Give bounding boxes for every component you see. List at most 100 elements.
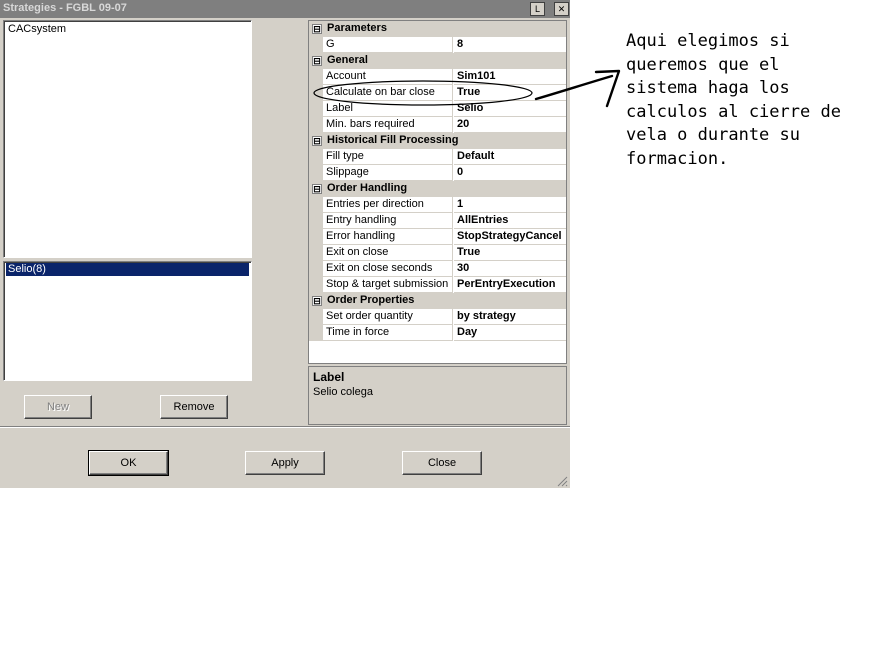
row-margin bbox=[309, 229, 323, 245]
list-item[interactable]: Selio(8) bbox=[6, 263, 249, 276]
property-value[interactable]: 8 bbox=[454, 37, 566, 53]
property-value[interactable]: 20 bbox=[454, 117, 566, 133]
property-value[interactable]: 0 bbox=[454, 165, 566, 181]
property-name[interactable]: Exit on close bbox=[323, 245, 453, 261]
close-icon[interactable]: ✕ bbox=[554, 2, 569, 16]
property-name[interactable]: Label bbox=[323, 101, 453, 117]
property-name[interactable]: G bbox=[323, 37, 453, 53]
annotation-line: Aqui elegimos si bbox=[626, 31, 790, 51]
new-button[interactable]: New bbox=[24, 395, 92, 419]
list-item[interactable]: CACsystem bbox=[6, 23, 68, 36]
annotation-line: sistema haga los bbox=[626, 78, 790, 98]
property-value[interactable]: AllEntries bbox=[454, 213, 566, 229]
property-value[interactable]: PerEntryExecution bbox=[454, 277, 566, 293]
property-value[interactable]: Selio bbox=[454, 101, 566, 117]
window-title: Strategies - FGBL 09-07 bbox=[3, 2, 127, 14]
property-value[interactable]: 30 bbox=[454, 261, 566, 277]
property-name[interactable]: Entries per direction bbox=[323, 197, 453, 213]
collapse-icon[interactable]: ⊟ bbox=[312, 136, 322, 146]
row-margin bbox=[309, 117, 323, 133]
collapse-icon[interactable]: ⊟ bbox=[312, 184, 322, 194]
property-name[interactable]: Slippage bbox=[323, 165, 453, 181]
annotation-line: vela o durante su bbox=[626, 125, 800, 145]
grid-property-row[interactable]: Entries per direction 1 bbox=[309, 197, 566, 213]
collapse-icon[interactable]: ⊟ bbox=[312, 56, 322, 66]
property-value[interactable]: 1 bbox=[454, 197, 566, 213]
grid-property-row[interactable]: Account Sim101 bbox=[309, 69, 566, 85]
grid-property-row[interactable]: Exit on close True bbox=[309, 245, 566, 261]
property-name[interactable]: Exit on close seconds bbox=[323, 261, 453, 277]
grid-property-row[interactable]: Min. bars required 20 bbox=[309, 117, 566, 133]
grid-property-row[interactable]: Exit on close seconds 30 bbox=[309, 261, 566, 277]
row-margin bbox=[309, 37, 323, 53]
grid-category[interactable]: ⊟ Parameters bbox=[309, 21, 566, 37]
property-value[interactable]: True bbox=[454, 245, 566, 261]
row-margin bbox=[309, 149, 323, 165]
apply-button[interactable]: Apply bbox=[245, 451, 325, 475]
grid-category[interactable]: ⊟ Order Properties bbox=[309, 293, 566, 309]
property-value[interactable]: True bbox=[454, 85, 566, 101]
property-name[interactable]: Min. bars required bbox=[323, 117, 453, 133]
grid-property-row[interactable]: Slippage 0 bbox=[309, 165, 566, 181]
property-value[interactable]: Sim101 bbox=[454, 69, 566, 85]
property-name[interactable]: Error handling bbox=[323, 229, 453, 245]
property-name[interactable]: Calculate on bar close bbox=[323, 85, 453, 101]
grid-property-row[interactable]: Entry handling AllEntries bbox=[309, 213, 566, 229]
property-name[interactable]: Fill type bbox=[323, 149, 453, 165]
grid-category[interactable]: ⊟ General bbox=[309, 53, 566, 69]
row-margin bbox=[309, 325, 323, 341]
property-value[interactable]: Default bbox=[454, 149, 566, 165]
title-bar[interactable]: Strategies - FGBL 09-07 L ✕ bbox=[0, 0, 570, 18]
grid-property-row[interactable]: Calculate on bar close True bbox=[309, 85, 566, 101]
annotation-line: queremos que el bbox=[626, 54, 780, 75]
property-name[interactable]: Time in force bbox=[323, 325, 453, 341]
annotation-line: formacion. bbox=[626, 148, 729, 169]
category-label: General bbox=[327, 54, 368, 66]
description-text: Selio colega bbox=[313, 386, 373, 398]
collapse-icon[interactable]: ⊟ bbox=[312, 296, 322, 306]
row-margin bbox=[309, 101, 323, 117]
close-button[interactable]: Close bbox=[402, 451, 482, 475]
property-value[interactable]: by strategy bbox=[454, 309, 566, 325]
category-label: Order Properties bbox=[327, 294, 415, 306]
grid-property-row[interactable]: Set order quantity by strategy bbox=[309, 309, 566, 325]
strategies-dialog: Strategies - FGBL 09-07 L ✕ CACsystem Se… bbox=[0, 0, 570, 488]
property-value[interactable]: StopStrategyCancel bbox=[454, 229, 566, 245]
annotation-note: Aqui elegimos si queremos que el sistema h… bbox=[626, 30, 866, 171]
row-margin bbox=[309, 245, 323, 261]
row-margin bbox=[309, 165, 323, 181]
separator bbox=[0, 426, 570, 428]
property-name[interactable]: Account bbox=[323, 69, 453, 85]
ok-button[interactable]: OK bbox=[88, 450, 169, 476]
row-margin bbox=[309, 69, 323, 85]
remove-button[interactable]: Remove bbox=[160, 395, 228, 419]
property-grid[interactable]: ⊟ Parameters G 8 ⊟ General Account Sim101 Calcul… bbox=[308, 20, 567, 364]
grid-property-row[interactable]: Error handling StopStrategyCancel bbox=[309, 229, 566, 245]
grid-property-row[interactable]: Fill type Default bbox=[309, 149, 566, 165]
category-label: Historical Fill Processing bbox=[327, 134, 459, 146]
active-strategies-list[interactable]: Selio(8) bbox=[3, 261, 252, 381]
property-value[interactable]: Day bbox=[454, 325, 566, 341]
row-margin bbox=[309, 261, 323, 277]
property-name[interactable]: Entry handling bbox=[323, 213, 453, 229]
grid-property-row[interactable]: G8 bbox=[309, 37, 566, 53]
description-title: Label bbox=[313, 370, 345, 384]
grid-category[interactable]: ⊟ Order Handling bbox=[309, 181, 566, 197]
collapse-icon[interactable]: ⊟ bbox=[312, 24, 322, 34]
grid-property-row[interactable]: Stop & target submission PerEntryExecutio… bbox=[309, 277, 566, 293]
grid-property-row[interactable]: Label Selio bbox=[309, 101, 566, 117]
row-margin bbox=[309, 213, 323, 229]
property-description-panel: Label Selio colega bbox=[308, 366, 567, 425]
grid-category[interactable]: ⊟ Historical Fill Processing bbox=[309, 133, 566, 149]
resize-grip-icon[interactable] bbox=[556, 475, 568, 487]
property-name[interactable]: Set order quantity bbox=[323, 309, 453, 325]
l-button[interactable]: L bbox=[530, 2, 545, 16]
property-name[interactable]: Stop & target submission bbox=[323, 277, 453, 293]
category-label: Parameters bbox=[327, 22, 387, 34]
row-margin bbox=[309, 309, 323, 325]
row-margin bbox=[309, 277, 323, 293]
row-margin bbox=[309, 85, 323, 101]
available-strategies-list[interactable]: CACsystem bbox=[3, 20, 252, 258]
category-label: Order Handling bbox=[327, 182, 408, 194]
grid-property-row[interactable]: Time in force Day bbox=[309, 325, 566, 341]
